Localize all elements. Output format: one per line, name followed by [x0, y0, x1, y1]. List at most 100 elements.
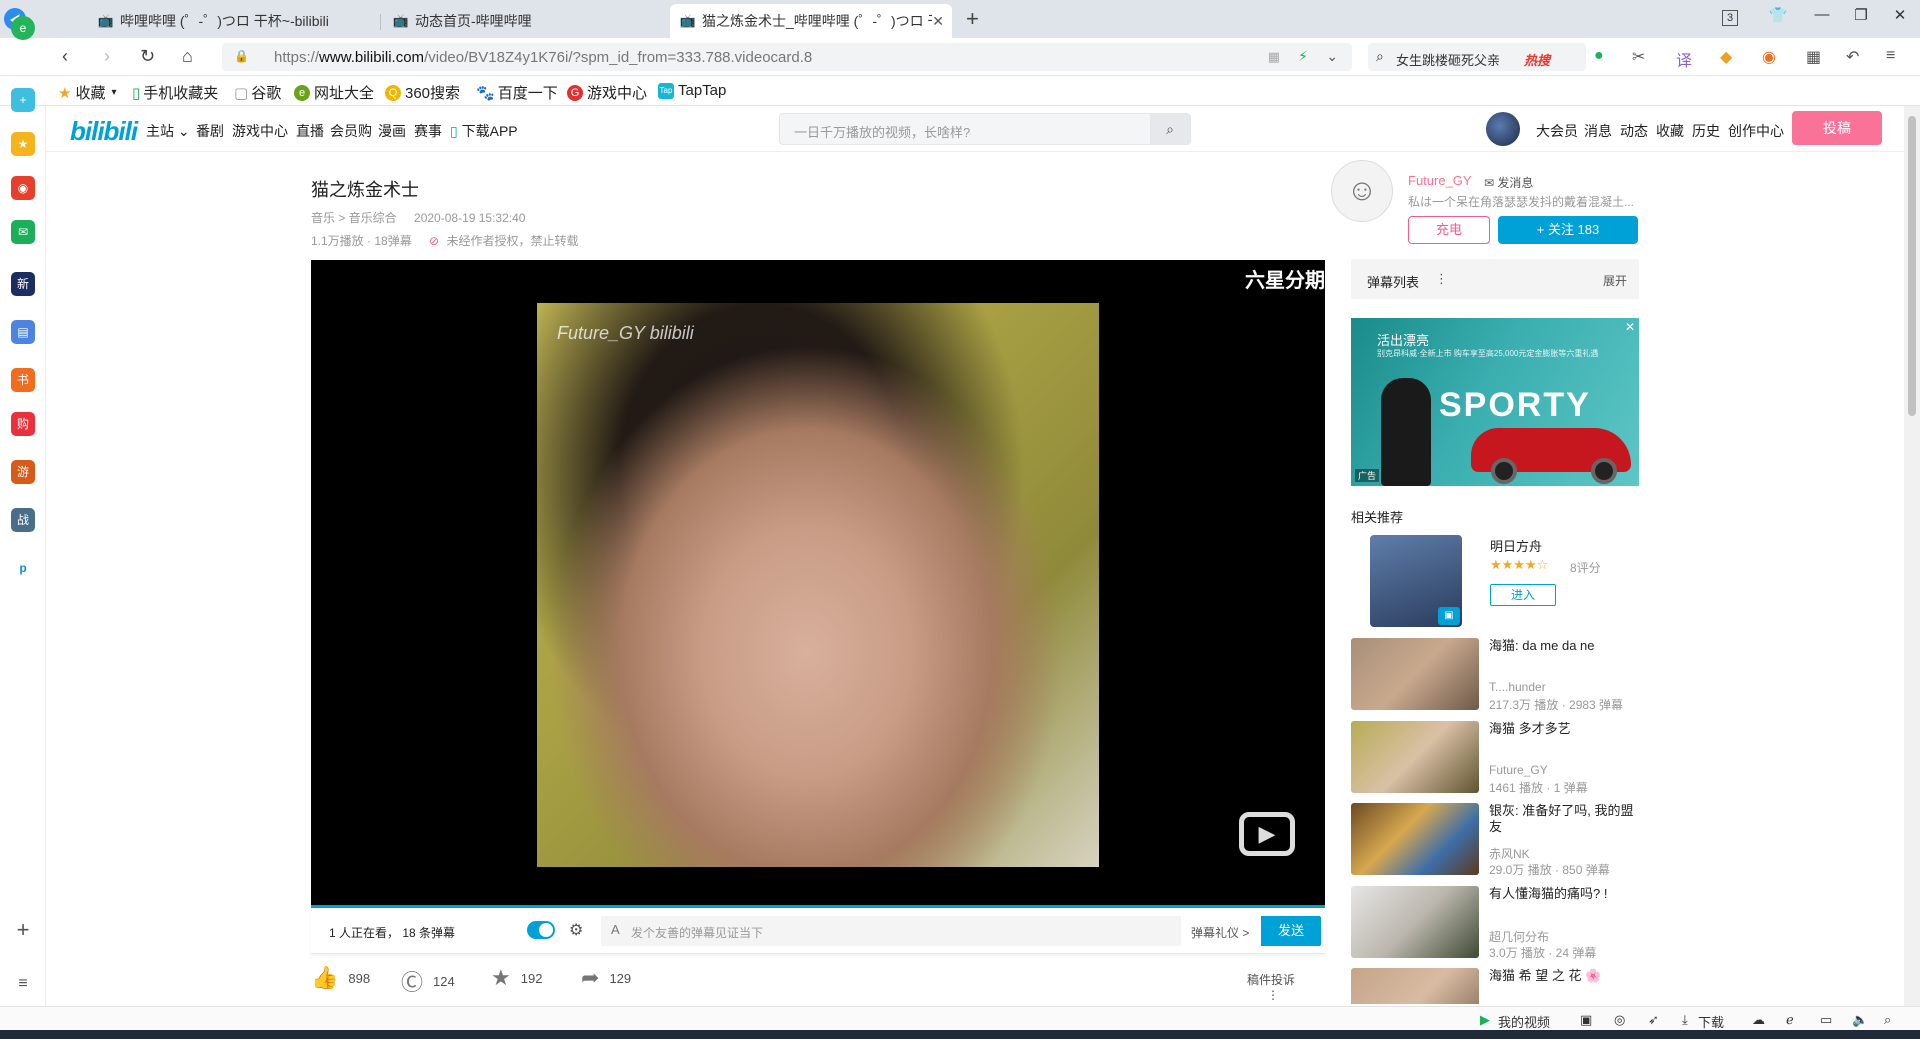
weibo-icon[interactable]: ◉: [11, 176, 35, 200]
nav-live[interactable]: 直播: [296, 121, 324, 141]
ad-close-icon[interactable]: ✕: [1625, 320, 1635, 334]
download-link[interactable]: 下载: [1698, 1012, 1724, 1031]
pay-icon[interactable]: p: [11, 556, 35, 580]
screenshot-icon[interactable]: ▣: [1580, 1012, 1592, 1028]
new-tab-button[interactable]: +: [966, 6, 979, 32]
restore-button[interactable]: ❐: [1846, 6, 1876, 24]
fav-hao[interactable]: e 网址大全: [294, 82, 374, 103]
fav-360search[interactable]: Q 360搜索: [385, 82, 460, 103]
nav-download-app[interactable]: ▯ 下载APP: [450, 121, 518, 141]
video-player[interactable]: Future_GY bilibili 六星分期 ▶: [311, 260, 1325, 908]
page-scrollbar[interactable]: [1904, 106, 1920, 1006]
nav-main[interactable]: 主站 ⌄: [146, 121, 190, 141]
menu-icon[interactable]: ≡: [1886, 47, 1895, 65]
nav-favorites[interactable]: 收藏: [1656, 121, 1684, 141]
danmaku-etiquette-link[interactable]: 弹幕礼仪 >: [1191, 924, 1249, 941]
wallet-icon[interactable]: ◆: [1720, 47, 1732, 67]
browser-e-logo-icon[interactable]: e: [11, 16, 35, 40]
nav-game-center[interactable]: 游戏中心: [232, 121, 288, 141]
wechat-icon[interactable]: ●: [1594, 47, 1604, 65]
volume-icon[interactable]: 🔈: [1852, 1012, 1868, 1028]
danmaku-list-panel[interactable]: 弹幕列表 ⋮ 展开: [1351, 259, 1639, 299]
recommend-item[interactable]: 海猫 多才多艺 Future_GY 1461 播放 · 1 弹幕: [1351, 721, 1639, 795]
share-button[interactable]: ➦ 129: [581, 965, 631, 991]
shopping-icon[interactable]: 购: [11, 412, 35, 436]
zoom-search-icon[interactable]: ⌕: [1884, 1012, 1891, 1028]
speed-icon[interactable]: ◎: [1614, 1012, 1625, 1028]
nav-dynamic[interactable]: 动态: [1620, 121, 1648, 141]
coin-button[interactable]: Ⓒ 124: [401, 965, 455, 997]
uploader-name[interactable]: Future_GY: [1408, 173, 1472, 188]
nav-history[interactable]: 历史: [1692, 121, 1720, 141]
close-window-button[interactable]: ✕: [1885, 6, 1915, 24]
user-avatar[interactable]: [1486, 112, 1520, 146]
site-search-bar[interactable]: 一日千万播放的视频，长啥样? ⌕: [779, 113, 1191, 145]
cloud-icon[interactable]: ☁: [1752, 1012, 1765, 1028]
tencent-news-icon[interactable]: 新: [11, 272, 35, 296]
danmaku-input[interactable]: A 发个友善的弹幕见证当下: [601, 916, 1181, 946]
doc-icon[interactable]: ▤: [11, 320, 35, 344]
minimize-button[interactable]: —: [1807, 6, 1837, 23]
danmaku-toggle[interactable]: [527, 921, 555, 939]
hot-search-badge[interactable]: 热搜: [1524, 50, 1550, 69]
translate-icon[interactable]: 译: [1676, 47, 1692, 71]
danmaku-settings-icon[interactable]: ⚙: [569, 920, 583, 940]
recommend-item[interactable]: 海猫 希 望 之 花 🌸: [1351, 968, 1639, 1004]
nav-match[interactable]: 赛事: [414, 121, 442, 141]
scissors-icon[interactable]: ✂: [1632, 47, 1645, 67]
forward-button[interactable]: ›: [104, 46, 110, 67]
nav-vip[interactable]: 大会员: [1536, 121, 1578, 141]
tab-count-badge[interactable]: 3: [1722, 10, 1738, 26]
recommend-item[interactable]: 有人懂海猫的痛吗? ! 超几何分布 3.0万 播放 · 24 弹幕: [1351, 886, 1639, 960]
dropdown-chevron-icon[interactable]: ⌄: [1326, 48, 1338, 65]
sidebar-list-icon[interactable]: ≡: [11, 972, 35, 996]
back-button[interactable]: ‹: [62, 46, 68, 67]
scrollbar-thumb[interactable]: [1908, 116, 1916, 416]
game-cover-image[interactable]: ▣: [1370, 535, 1462, 627]
tab-close-icon[interactable]: ✕: [932, 13, 944, 30]
bilibili-logo[interactable]: bilibili: [70, 116, 138, 147]
apps-grid-icon[interactable]: ▦: [1806, 47, 1821, 67]
rocket-icon[interactable]: ➶: [1648, 1012, 1659, 1028]
charge-button[interactable]: 充电: [1408, 216, 1490, 244]
tab-dynamic[interactable]: 📺 动态首页-哔哩哔哩: [383, 4, 663, 38]
video-play-icon[interactable]: ▶: [1480, 1012, 1490, 1028]
follow-button[interactable]: + 关注 183: [1498, 216, 1638, 244]
upload-button[interactable]: 投稿: [1792, 111, 1882, 145]
home-button[interactable]: ⌂: [182, 46, 193, 67]
ad-banner[interactable]: 活出漂亮 别克昂科威·全新上市 购车享至高25,000元定金膨胀等六重礼遇 SP…: [1351, 318, 1639, 486]
qr-code-icon[interactable]: ▦: [1268, 49, 1280, 65]
tab-video-active[interactable]: 📺 猫之炼金术士_哔哩哔哩 (゜-゜)つロ 干杯~-bilibili ✕: [670, 4, 952, 38]
nav-messages[interactable]: 消息: [1584, 121, 1612, 141]
lightning-icon[interactable]: ⚡: [1298, 48, 1308, 65]
text-a-icon[interactable]: A: [611, 922, 620, 937]
more-dots-icon[interactable]: ⋮: [1435, 271, 1448, 287]
nav-anime[interactable]: 番剧: [196, 121, 224, 141]
nav-creator-center[interactable]: 创作中心: [1728, 121, 1784, 141]
sidebar-add-icon[interactable]: +: [11, 918, 35, 942]
shirt-skin-icon[interactable]: 👕: [1763, 6, 1793, 24]
game-enter-button[interactable]: 进入: [1490, 584, 1556, 606]
my-video-link[interactable]: 我的视频: [1498, 1012, 1550, 1031]
uploader-avatar[interactable]: ☺: [1331, 160, 1393, 222]
game-app-icon[interactable]: 游: [11, 460, 35, 484]
favorites-star-icon[interactable]: ★: [11, 132, 35, 156]
play-tv-icon[interactable]: ▶: [1239, 812, 1295, 856]
novel-icon[interactable]: 书: [11, 368, 35, 392]
search-button-icon[interactable]: ⌕: [1150, 114, 1190, 144]
add-plus-icon[interactable]: +: [11, 88, 35, 112]
window-icon[interactable]: ▭: [1820, 1012, 1832, 1028]
nav-manga[interactable]: 漫画: [378, 121, 406, 141]
nav-mall[interactable]: 会员购: [330, 121, 372, 141]
war-game-icon[interactable]: 战: [11, 508, 35, 532]
fav-baidu[interactable]: 🐾 百度一下: [476, 82, 558, 103]
reload-button[interactable]: ↻: [140, 46, 155, 67]
fav-game-center[interactable]: G 游戏中心: [567, 82, 647, 103]
recommend-item[interactable]: 海猫: da me da ne T....hunder 217.3万 播放 · …: [1351, 638, 1639, 712]
address-bar[interactable]: 🔒 https://www.bilibili.com/video/BV18Z4y…: [222, 43, 1352, 71]
download-icon[interactable]: ⤓: [1682, 1012, 1688, 1028]
tab-bilibili-home[interactable]: 📺 哔哩哔哩 (゜-゜)つロ 干杯~-bilibili: [88, 4, 378, 38]
video-category[interactable]: 音乐 > 音乐综合: [311, 211, 397, 225]
fav-taptap[interactable]: Tap TapTap: [658, 82, 726, 99]
game-name[interactable]: 明日方舟: [1490, 536, 1542, 555]
